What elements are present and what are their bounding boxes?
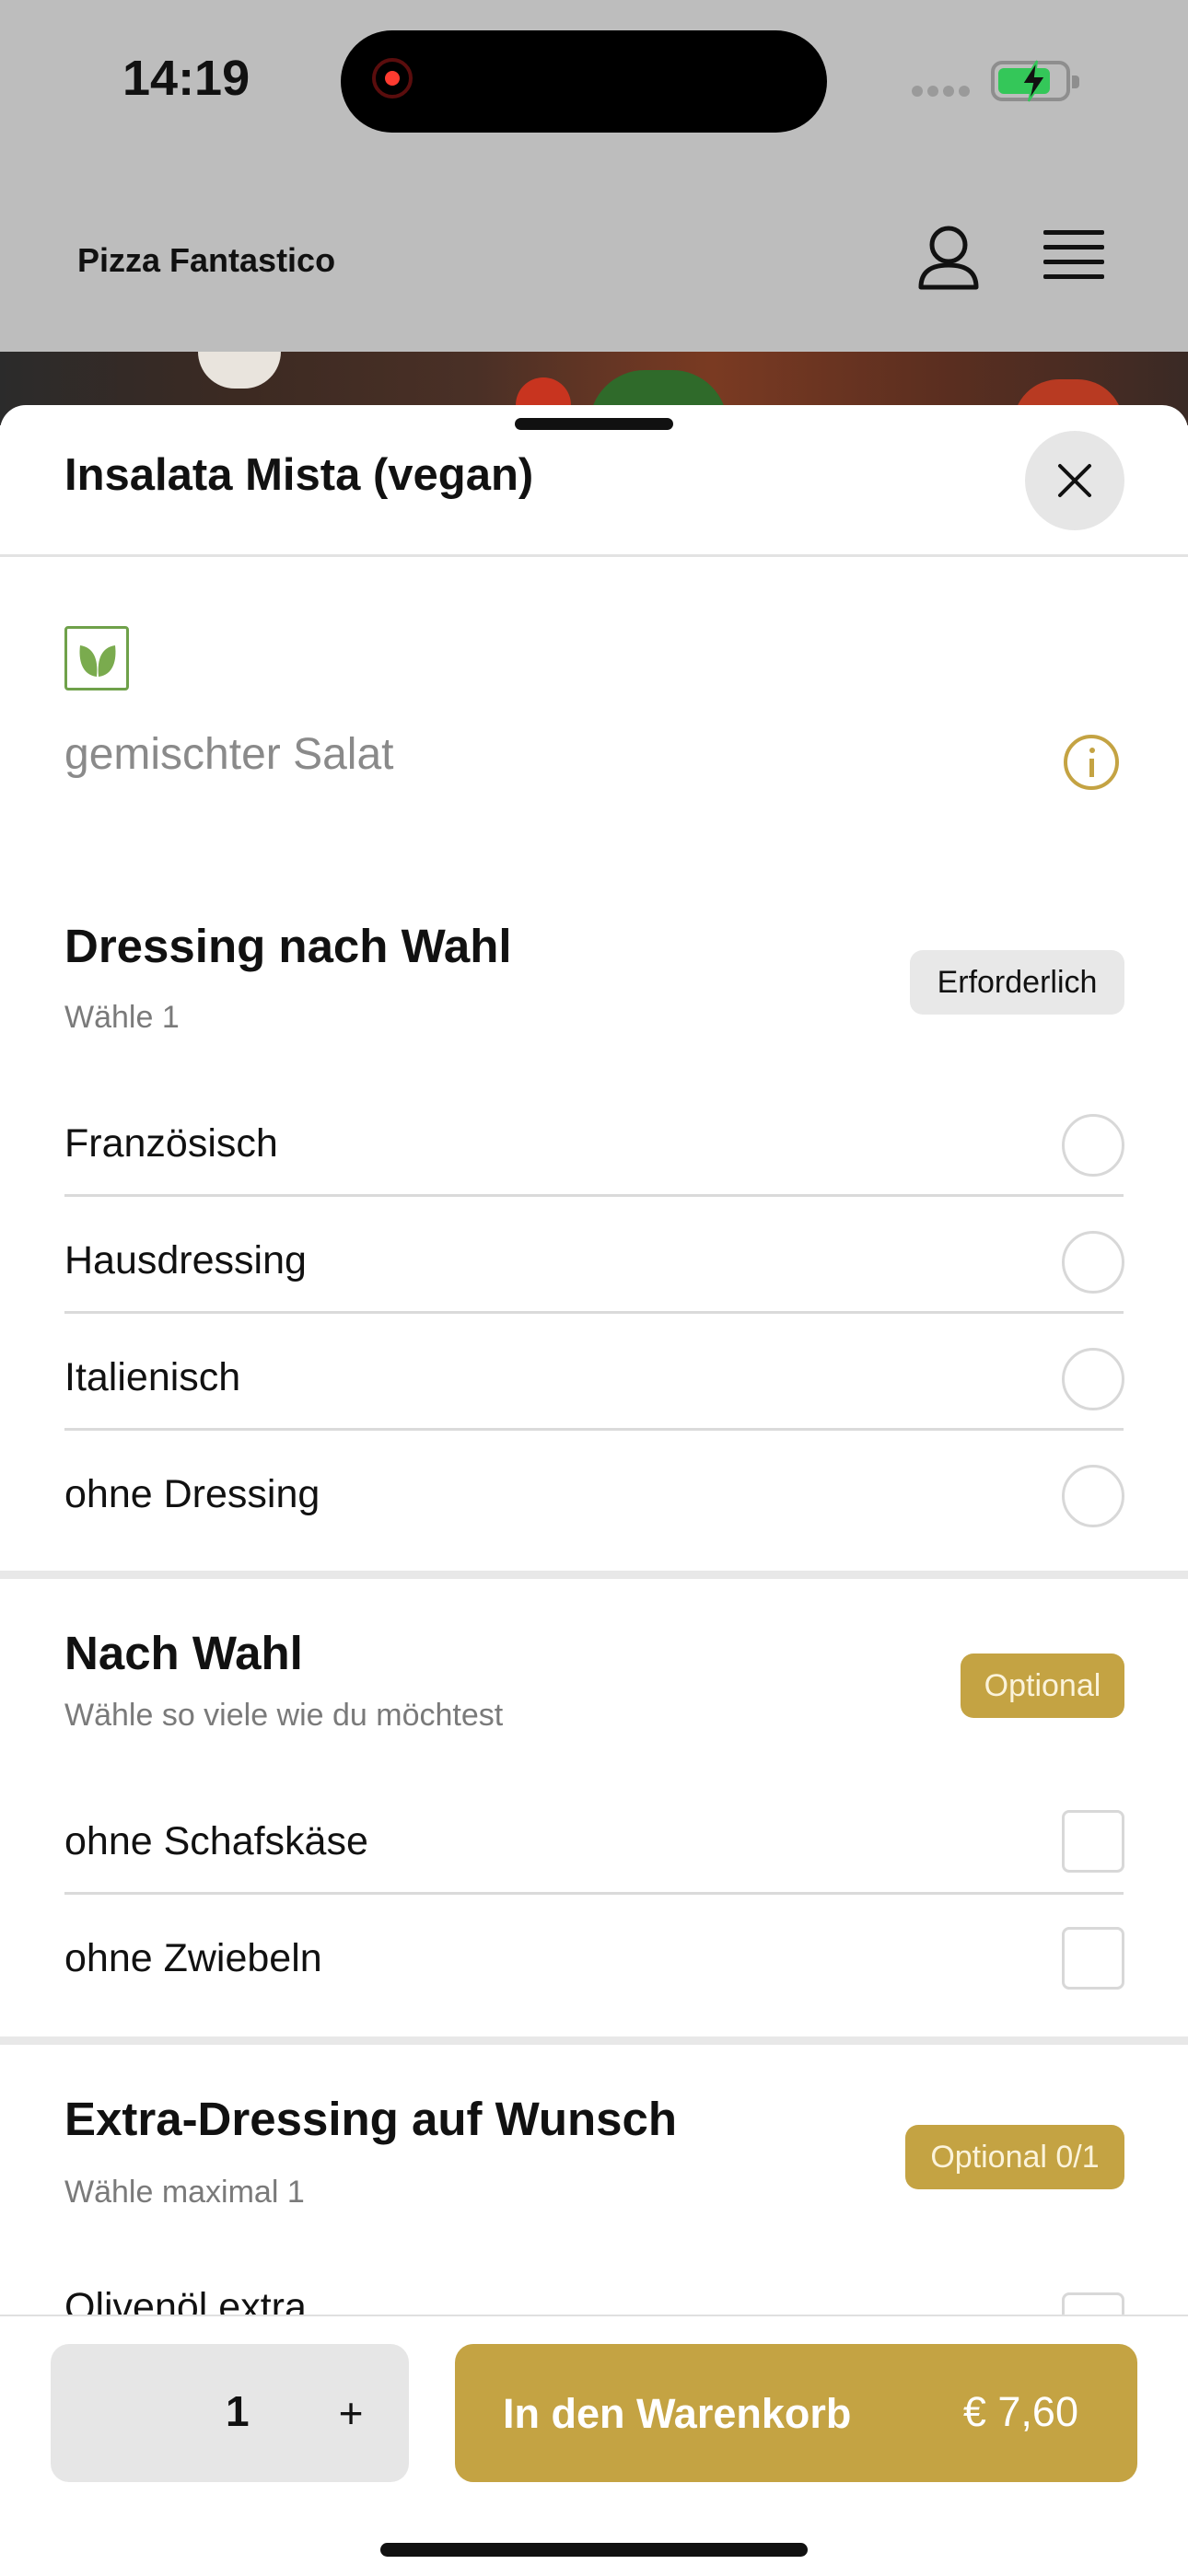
sheet-grabber[interactable] bbox=[515, 418, 673, 430]
product-title: Insalata Mista (vegan) bbox=[64, 450, 534, 500]
vegan-leaf-icon bbox=[64, 626, 129, 690]
background-page: 14:19 Pizza Fantastico bbox=[0, 0, 1188, 425]
radio-button[interactable] bbox=[1062, 1231, 1124, 1294]
optional-limit-badge: Optional 0/1 bbox=[905, 2125, 1124, 2189]
option-row[interactable]: ohne Schafskäse bbox=[64, 1779, 1124, 1895]
product-sheet: Insalata Mista (vegan) gemischter Salat … bbox=[0, 405, 1188, 2574]
quantity-stepper: 1 + bbox=[51, 2344, 409, 2482]
section-subtitle: Wähle maximal 1 bbox=[64, 2175, 305, 2210]
bottom-action-bar: 1 + In den Warenkorb € 7,60 bbox=[0, 2315, 1188, 2576]
optional-badge: Optional bbox=[961, 1654, 1124, 1718]
radio-button[interactable] bbox=[1062, 1465, 1124, 1527]
section-separator bbox=[0, 1571, 1188, 1579]
radio-button[interactable] bbox=[1062, 1114, 1124, 1177]
close-icon bbox=[1058, 464, 1091, 497]
option-row[interactable]: ohne Zwiebeln bbox=[64, 1896, 1124, 2012]
section-separator bbox=[0, 2036, 1188, 2045]
required-badge: Erforderlich bbox=[910, 950, 1124, 1015]
cart-price: € 7,60 bbox=[962, 2388, 1078, 2435]
section-title: Dressing nach Wahl bbox=[64, 920, 512, 972]
checkbox[interactable] bbox=[1062, 1810, 1124, 1873]
home-indicator[interactable] bbox=[380, 2543, 808, 2557]
battery-charging-icon bbox=[991, 60, 1079, 102]
quantity-plus-button[interactable]: + bbox=[325, 2381, 377, 2445]
add-to-cart-label: In den Warenkorb bbox=[503, 2390, 852, 2437]
info-icon[interactable] bbox=[1064, 735, 1119, 790]
section-title: Nach Wahl bbox=[64, 1627, 303, 1679]
radio-button[interactable] bbox=[1062, 1348, 1124, 1410]
option-label: Italienisch bbox=[64, 1355, 241, 1399]
checkbox[interactable] bbox=[1062, 1927, 1124, 1990]
close-button[interactable] bbox=[1025, 431, 1124, 530]
user-icon[interactable] bbox=[916, 225, 981, 291]
status-time: 14:19 bbox=[122, 51, 250, 106]
dynamic-island bbox=[341, 30, 827, 133]
divider bbox=[0, 554, 1188, 557]
option-label: Hausdressing bbox=[64, 1238, 307, 1282]
option-row[interactable]: Hausdressing bbox=[64, 1198, 1124, 1314]
brand-name[interactable]: Pizza Fantastico bbox=[77, 241, 335, 280]
option-label: ohne Dressing bbox=[64, 1472, 320, 1516]
quantity-value: 1 bbox=[226, 2387, 250, 2435]
option-label: ohne Schafskäse bbox=[64, 1819, 368, 1863]
section-subtitle: Wähle 1 bbox=[64, 1000, 180, 1035]
option-row[interactable]: Französisch bbox=[64, 1081, 1124, 1197]
option-row[interactable]: Italienisch bbox=[64, 1315, 1124, 1431]
signal-icon bbox=[912, 85, 974, 101]
menu-icon[interactable] bbox=[1043, 230, 1104, 285]
add-to-cart-button[interactable]: In den Warenkorb € 7,60 bbox=[455, 2344, 1137, 2482]
option-label: ohne Zwiebeln bbox=[64, 1936, 322, 1980]
section-title: Extra-Dressing auf Wunsch bbox=[64, 2093, 678, 2145]
option-label: Französisch bbox=[64, 1121, 278, 1166]
recording-indicator-icon bbox=[372, 58, 413, 99]
option-row[interactable]: ohne Dressing bbox=[64, 1432, 1124, 1548]
product-description: gemischter Salat bbox=[64, 730, 394, 779]
section-subtitle: Wähle so viele wie du möchtest bbox=[64, 1698, 504, 1733]
